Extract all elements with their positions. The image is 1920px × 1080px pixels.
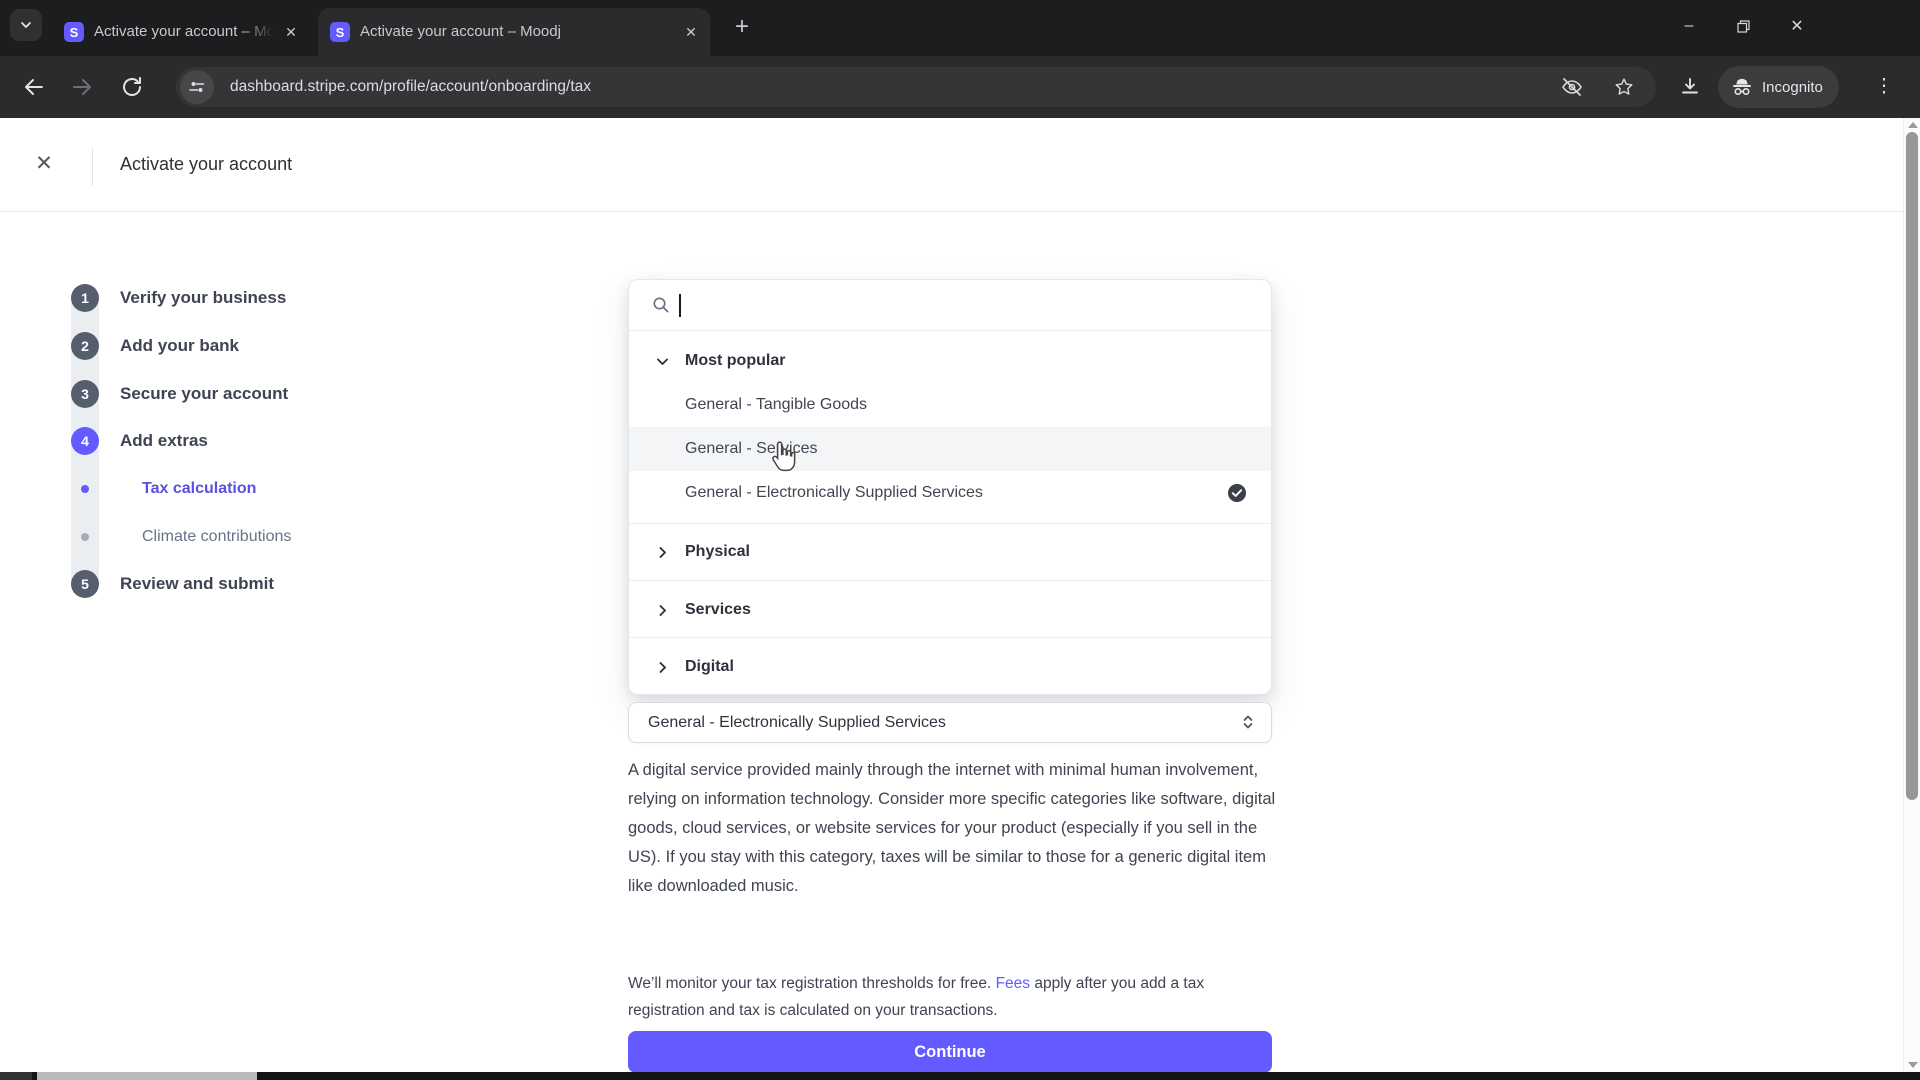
- sidebar-step-secure-account[interactable]: Secure your account: [120, 382, 288, 406]
- tab-inactive[interactable]: S Activate your account – Moodj ✕: [52, 8, 310, 56]
- scrollbar-corner: [0, 1072, 32, 1080]
- chevron-right-icon: [654, 544, 670, 560]
- section-label: Physical: [685, 543, 750, 561]
- group-label: Most popular: [685, 352, 785, 370]
- step-badge-2: 2: [71, 332, 99, 360]
- sidebar-substep-tax-calculation[interactable]: Tax calculation: [142, 477, 256, 501]
- substep-bullet-idle: [81, 533, 89, 541]
- header-divider: [92, 148, 93, 186]
- chevron-right-icon: [654, 659, 670, 675]
- header-border: [0, 211, 1903, 212]
- selected-check-icon: [1227, 483, 1247, 503]
- panel-divider: [629, 523, 1271, 524]
- step-badge-4: 4: [71, 427, 99, 455]
- fees-footnote: We’ll monitor your tax registration thre…: [628, 970, 1276, 1024]
- horizontal-scrollbar-thumb[interactable]: [37, 1072, 257, 1080]
- incognito-badge[interactable]: Incognito: [1718, 66, 1839, 108]
- sidebar-step-review-submit[interactable]: Review and submit: [120, 572, 274, 596]
- sidebar-step-verify-business[interactable]: Verify your business: [120, 286, 286, 310]
- window-controls: – ✕: [1662, 0, 1824, 52]
- panel-divider: [629, 637, 1271, 638]
- bookmark-star-icon[interactable]: [1612, 75, 1636, 99]
- select-updown-icon: [1239, 713, 1257, 731]
- substep-bullet-active: [81, 485, 89, 493]
- panel-divider: [629, 580, 1271, 581]
- tab-title: Activate your account – Moodj: [94, 22, 274, 42]
- tab-active[interactable]: S Activate your account – Moodj ✕: [318, 8, 710, 56]
- reading-mode-hidden-icon[interactable]: [1560, 75, 1584, 99]
- window-close-button[interactable]: ✕: [1770, 0, 1824, 52]
- stripe-favicon: S: [330, 22, 350, 42]
- address-bar[interactable]: dashboard.stripe.com/profile/account/onb…: [176, 67, 1656, 107]
- vertical-scrollbar[interactable]: [1903, 118, 1920, 1072]
- product-category-select[interactable]: General - Electronically Supplied Servic…: [628, 702, 1272, 743]
- scroll-up-arrow[interactable]: [1908, 122, 1918, 128]
- scroll-down-arrow[interactable]: [1908, 1062, 1918, 1068]
- sidebar-step-add-extras[interactable]: Add extras: [120, 429, 208, 453]
- step-badge-1: 1: [71, 284, 99, 312]
- downloads-icon[interactable]: [1676, 73, 1704, 101]
- option-general-electronically-supplied-services[interactable]: General - Electronically Supplied Servic…: [629, 471, 1271, 515]
- footnote-text: We’ll monitor your tax registration thre…: [628, 975, 996, 992]
- category-description: A digital service provided mainly throug…: [628, 756, 1278, 901]
- section-digital[interactable]: Digital: [629, 643, 1271, 691]
- incognito-label: Incognito: [1762, 79, 1823, 96]
- dropdown-search-row: [629, 280, 1271, 331]
- fees-link[interactable]: Fees: [996, 975, 1030, 992]
- back-button[interactable]: [20, 73, 48, 101]
- browser-menu-icon[interactable]: ⋮: [1872, 72, 1896, 102]
- stripe-favicon: S: [64, 22, 84, 42]
- group-most-popular[interactable]: Most popular: [629, 337, 1271, 385]
- browser-toolbar: dashboard.stripe.com/profile/account/onb…: [0, 56, 1920, 118]
- page-title: Activate your account: [120, 154, 292, 175]
- option-general-tangible-goods[interactable]: General - Tangible Goods: [629, 383, 1271, 427]
- option-label: General - Tangible Goods: [685, 396, 867, 414]
- section-physical[interactable]: Physical: [629, 528, 1271, 576]
- forward-button[interactable]: [68, 73, 96, 101]
- tab-close-icon[interactable]: ✕: [682, 23, 700, 41]
- option-general-services[interactable]: General - Services: [629, 427, 1271, 471]
- sidebar-substep-climate-contributions[interactable]: Climate contributions: [142, 525, 291, 549]
- section-label: Digital: [685, 658, 734, 676]
- tab-title: Activate your account – Moodj: [360, 22, 674, 42]
- window-restore-button[interactable]: [1716, 0, 1770, 52]
- horizontal-scrollbar[interactable]: [0, 1072, 1920, 1080]
- browser-tab-strip: S Activate your account – Moodj ✕ S Acti…: [0, 0, 1920, 56]
- section-services[interactable]: Services: [629, 586, 1271, 634]
- tab-search-button[interactable]: [10, 9, 42, 41]
- chevron-down-icon: [654, 353, 670, 369]
- site-settings-icon[interactable]: [180, 70, 214, 104]
- category-search-input[interactable]: [677, 288, 1237, 322]
- text-caret: [679, 294, 681, 317]
- step-badge-3: 3: [71, 380, 99, 408]
- step-badge-5: 5: [71, 570, 99, 598]
- window-minimize-button[interactable]: –: [1662, 0, 1716, 52]
- section-label: Services: [685, 601, 751, 619]
- close-dialog-icon[interactable]: ✕: [30, 150, 58, 178]
- sidebar-step-add-bank[interactable]: Add your bank: [120, 334, 239, 358]
- tab-close-icon[interactable]: ✕: [282, 23, 300, 41]
- incognito-icon: [1730, 75, 1754, 99]
- vertical-scrollbar-thumb[interactable]: [1906, 132, 1918, 800]
- option-label: General - Electronically Supplied Servic…: [685, 484, 983, 502]
- search-icon: [651, 295, 671, 315]
- stripe-onboarding-page: ✕ Activate your account 1 Verify your bu…: [0, 118, 1920, 1080]
- new-tab-button[interactable]: +: [728, 14, 756, 42]
- url-text[interactable]: dashboard.stripe.com/profile/account/onb…: [230, 67, 591, 107]
- reload-button[interactable]: [118, 73, 146, 101]
- mouse-cursor-hand: [768, 440, 798, 474]
- select-value: General - Electronically Supplied Servic…: [648, 703, 946, 742]
- chevron-down-icon: [19, 18, 33, 32]
- category-dropdown-panel: Most popular General - Tangible Goods Ge…: [628, 279, 1272, 695]
- chevron-right-icon: [654, 602, 670, 618]
- continue-button[interactable]: Continue: [628, 1031, 1272, 1073]
